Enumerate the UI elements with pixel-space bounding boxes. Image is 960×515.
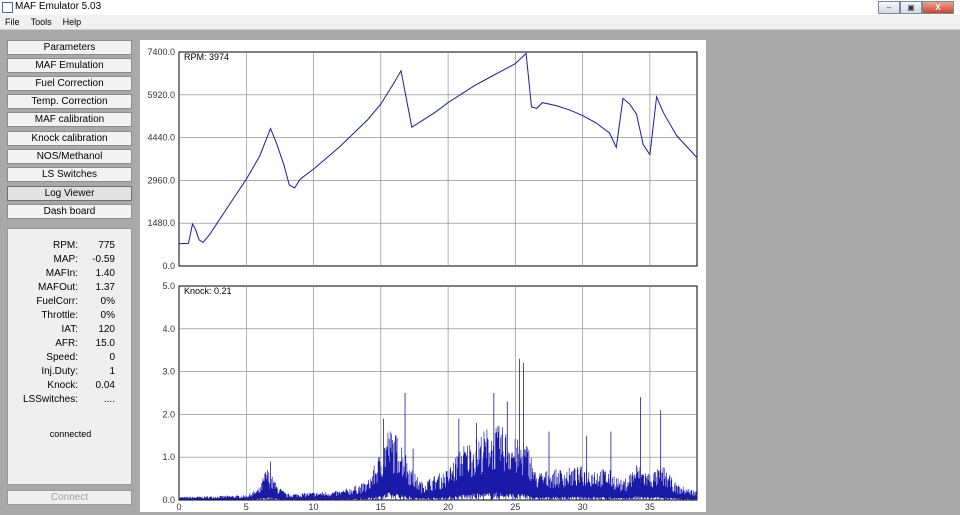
chart2-xtick-label: 20 [443,502,453,512]
readout-label: Inj.Duty: [41,366,78,377]
left-panel: Parameters MAF Emulation Fuel Correction… [0,30,140,512]
close-button[interactable]: X [922,1,954,14]
chart1-ytick-label: 4440.0 [147,133,175,143]
readout-value: 1.37 [95,282,115,293]
readout-value: 15.0 [95,338,115,349]
menu-help[interactable]: Help [59,15,86,29]
readout-row-afr: AFR: 15.0 [8,338,133,352]
readout-row-injduty: Inj.Duty: 1 [8,366,133,380]
readout-row-throttle: Throttle: 0% [8,310,133,324]
chart1-plot-frame [178,51,698,267]
nav-dash-board-button[interactable]: Dash board [7,204,132,219]
nav-log-viewer-button[interactable]: Log Viewer [7,186,132,201]
readout-label: RPM: [53,240,78,251]
readout-value: 0.04 [95,380,115,391]
chart2-ytick-label: 1.0 [162,452,175,462]
chart2-ytick-label: 0.0 [162,495,175,505]
window-title: MAF Emulator 5.03 [15,1,102,12]
menu-file[interactable]: File [0,15,24,29]
chart2-xtick-label: 35 [645,502,655,512]
menu-bar: File Tools Help [0,15,960,30]
title-bar: MAF Emulator 5.03 ‒ ▣ X [0,0,960,15]
readout-row-mafout: MAFOut: 1.37 [8,282,133,296]
readout-label: IAT: [61,324,78,335]
readout-value: 0% [100,310,115,321]
log-viewer-charts: 7400.0 5920.0 4440.0 2960.0 1480.0 0.0 RPM: 39… [140,40,706,512]
readout-label: MAP: [53,254,78,265]
chart2-xtick-label: 10 [309,502,319,512]
chart2-ytick-label: 4.0 [162,324,175,334]
readout-value: -0.59 [92,254,115,265]
readout-row-map: MAP: -0.59 [8,254,133,268]
readout-row-fuelcorr: FuelCorr: 0% [8,296,133,310]
readout-label: AFR: [55,338,78,349]
chart2-xtick-label: 0 [176,502,181,512]
nav-maf-calibration-button[interactable]: MAF calibration [7,112,132,127]
window-controls: ‒ ▣ X [878,1,954,14]
readout-row-rpm: RPM: 775 [8,240,133,254]
chart1-title: RPM: 3974 [184,52,229,62]
connection-status: connected [49,429,92,439]
chart2-xtick-label: 25 [510,502,520,512]
readout-panel: RPM: 775 MAP: -0.59 MAFIn: 1.40 MAFOut: 1.37… [7,228,132,485]
readout-value: .... [103,394,115,405]
readout-row-knock: Knock: 0.04 [8,380,133,394]
chart1-ytick-label: 5920.0 [147,90,175,100]
chart2-ytick-label: 2.0 [162,409,175,419]
nav-fuel-correction-button[interactable]: Fuel Correction [7,76,132,91]
readout-value: 0% [100,296,115,307]
readout-value: 1 [109,366,115,377]
connect-button[interactable]: Connect [7,490,132,505]
readout-label: MAFIn: [45,268,78,279]
readout-value: 0 [109,352,115,363]
chart2-ytick-label: 3.0 [162,367,175,377]
readout-label: Throttle: [41,310,78,321]
maximize-button[interactable]: ▣ [900,1,922,14]
chart2-xtick-label: 30 [578,502,588,512]
readout-row-mafin: MAFIn: 1.40 [8,268,133,282]
readout-value: 1.40 [95,268,115,279]
chart1-ytick-label: 7400.0 [147,47,175,57]
chart1-ytick-label: 2960.0 [147,175,175,185]
readout-label: LSSwitches: [22,394,78,405]
readout-row-speed: Speed: 0 [8,352,133,366]
readout-label: FuelCorr: [36,296,78,307]
minimize-button[interactable]: ‒ [878,1,900,14]
nav-parameters-button[interactable]: Parameters [7,40,132,55]
chart1-ytick-label: 0.0 [162,261,175,271]
charts-svg: 7400.0 5920.0 4440.0 2960.0 1480.0 0.0 RPM: 39… [147,47,698,512]
readout-label: Speed: [46,352,78,363]
nav-maf-emulation-button[interactable]: MAF Emulation [7,58,132,73]
chart2-xtick-label: 15 [376,502,386,512]
chart2-plot-frame [178,285,698,501]
readout-row-iat: IAT: 120 [8,324,133,338]
nav-knock-calibration-button[interactable]: Knock calibration [7,131,132,146]
app-icon [2,2,13,13]
chart2-title: Knock: 0.21 [184,286,232,296]
nav-ls-switches-button[interactable]: LS Switches [7,167,132,182]
menu-tools[interactable]: Tools [27,15,56,29]
readout-row-lsswitches: LSSwitches:.... [8,394,133,408]
nav-nos-methanol-button[interactable]: NOS/Methanol [7,149,132,164]
chart2-ytick-label: 5.0 [162,281,175,291]
readout-label: Knock: [47,380,78,391]
readout-value: 120 [98,324,115,335]
chart1-ytick-label: 1480.0 [147,218,175,228]
chart2-xtick-label: 5 [244,502,249,512]
readout-label: MAFOut: [37,282,78,293]
nav-temp-correction-button[interactable]: Temp. Correction [7,94,132,109]
readout-value: 775 [98,240,115,251]
